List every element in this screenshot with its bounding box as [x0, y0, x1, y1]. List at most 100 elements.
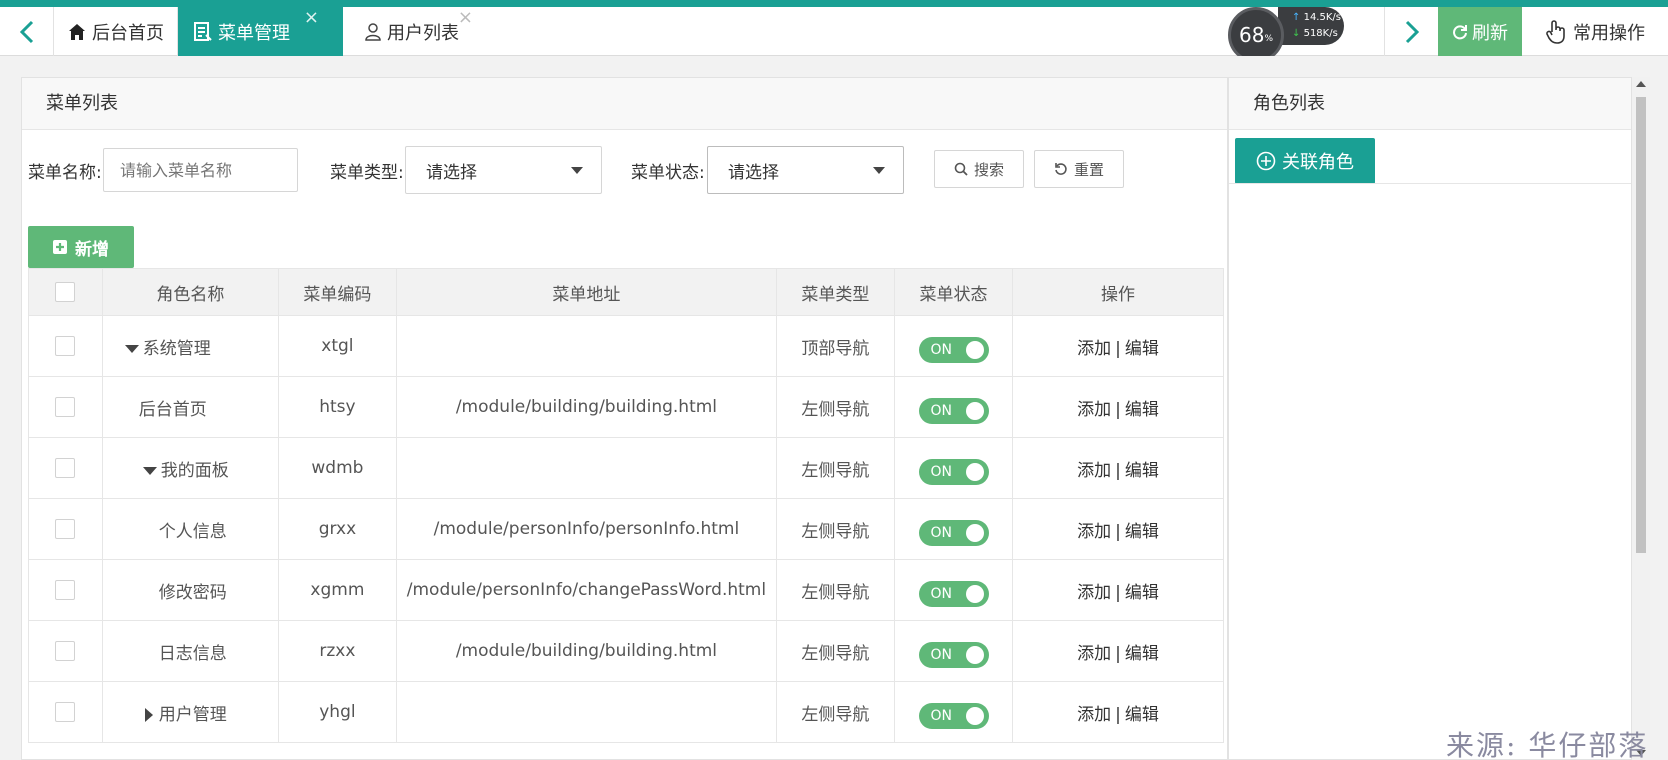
status-switch[interactable]: ON: [918, 459, 989, 485]
tab-home[interactable]: 后台首页: [54, 7, 178, 56]
row-code: htsy: [277, 376, 397, 438]
add-link[interactable]: 添加: [1077, 461, 1111, 481]
menu-status-select[interactable]: 请选择: [707, 146, 904, 194]
header-select-all: [28, 268, 103, 316]
tab-menu-management[interactable]: 菜单管理 ×: [178, 7, 343, 56]
edit-link[interactable]: 编辑: [1125, 400, 1159, 420]
status-switch[interactable]: ON: [918, 337, 989, 363]
tabs-scroll-right-button[interactable]: [1384, 7, 1438, 56]
reset-icon: [1054, 162, 1068, 176]
add-link[interactable]: 添加: [1077, 522, 1111, 542]
tabs-scroll-left-button[interactable]: [0, 7, 54, 56]
divider: [1229, 183, 1631, 184]
scroll-up-arrow-icon[interactable]: [1636, 81, 1646, 87]
row-operations: 添加 | 编辑: [1012, 376, 1224, 438]
edit-link[interactable]: 编辑: [1125, 522, 1159, 542]
menu-table: 角色名称 菜单编码 菜单地址 菜单类型 菜单状态 操作 系统管理 xtgl 顶部…: [28, 268, 1224, 743]
table-row: 用户管理 yhgl 左侧导航 ON 添加 | 编辑: [28, 681, 1224, 743]
menu-list-title: 菜单列表: [22, 78, 1227, 130]
row-type: 左侧导航: [775, 620, 895, 682]
row-checkbox[interactable]: [55, 397, 76, 417]
search-button-label: 搜索: [973, 160, 1004, 179]
status-switch[interactable]: ON: [918, 642, 989, 668]
add-link[interactable]: 添加: [1077, 583, 1111, 603]
tab-user-close-icon[interactable]: ×: [458, 9, 473, 27]
main-content: 菜单列表 菜单名称: 菜单类型: 请选择 菜单状态: 请选择 搜索: [0, 56, 1668, 760]
row-status-cell: ON: [893, 559, 1014, 621]
menu-type-select[interactable]: 请选择: [405, 146, 602, 194]
expand-caret-icon[interactable]: [142, 466, 157, 475]
switch-label: ON: [930, 586, 953, 602]
edit-link[interactable]: 编辑: [1125, 644, 1159, 664]
row-url: /module/building/building.html: [395, 376, 777, 438]
add-link[interactable]: 添加: [1077, 339, 1111, 359]
row-select-cell: [28, 559, 103, 621]
row-checkbox[interactable]: [55, 702, 76, 722]
expand-caret-icon[interactable]: [124, 344, 139, 353]
menu-name-input[interactable]: [103, 148, 298, 192]
tab-bar: 后台首页 菜单管理 × 用户列表 × ↑ 14.5K/s ↓ 518K/s 68…: [0, 7, 1668, 63]
header-menu-code: 菜单编码: [277, 268, 397, 316]
refresh-button[interactable]: 刷新: [1438, 7, 1522, 56]
tab-user-list[interactable]: 用户列表 ×: [343, 7, 493, 56]
add-link[interactable]: 添加: [1077, 644, 1111, 664]
op-separator: |: [1115, 704, 1121, 725]
row-checkbox[interactable]: [55, 580, 76, 600]
row-name: 修改密码: [158, 582, 227, 603]
row-code: grxx: [277, 498, 397, 560]
row-name: 日志信息: [158, 643, 227, 664]
edit-link[interactable]: 编辑: [1125, 339, 1159, 359]
select-all-checkbox[interactable]: [55, 282, 76, 302]
row-checkbox[interactable]: [55, 641, 76, 661]
edit-link[interactable]: 编辑: [1125, 461, 1159, 481]
add-menu-button[interactable]: 新增: [28, 226, 134, 268]
add-link[interactable]: 添加: [1077, 400, 1111, 420]
reset-button[interactable]: 重置: [1034, 150, 1124, 188]
switch-label: ON: [930, 342, 953, 358]
cpu-percent-unit: %: [1264, 34, 1273, 44]
page-scrollbar[interactable]: [1632, 77, 1650, 760]
row-name: 我的面板: [160, 460, 229, 481]
tab-menu-close-icon[interactable]: ×: [304, 9, 319, 27]
row-url: /module/building/building.html: [395, 620, 777, 682]
switch-label: ON: [930, 647, 953, 663]
add-link[interactable]: 添加: [1077, 705, 1111, 725]
status-switch[interactable]: ON: [918, 581, 989, 607]
row-name: 系统管理: [142, 338, 211, 359]
row-code: rzxx: [277, 620, 397, 682]
status-switch[interactable]: ON: [918, 703, 989, 729]
chevron-left-icon: [19, 20, 33, 43]
menu-type-label: 菜单类型:: [330, 163, 404, 183]
chevron-right-icon: [1405, 20, 1419, 43]
home-icon: [68, 23, 86, 41]
row-status-cell: ON: [893, 681, 1014, 743]
row-checkbox[interactable]: [55, 519, 76, 539]
menu-list-panel: 菜单列表 菜单名称: 菜单类型: 请选择 菜单状态: 请选择 搜索: [21, 77, 1228, 760]
scroll-thumb[interactable]: [1636, 97, 1646, 553]
status-switch[interactable]: ON: [918, 520, 989, 546]
row-url: [395, 681, 777, 743]
edit-link[interactable]: 编辑: [1125, 583, 1159, 603]
row-name-cell: 日志信息: [101, 620, 279, 682]
role-list-panel: 角色列表 关联角色: [1228, 77, 1632, 760]
row-select-cell: [28, 315, 103, 377]
row-select-cell: [28, 498, 103, 560]
network-speed: ↑ 14.5K/s ↓ 518K/s: [1278, 7, 1344, 45]
row-checkbox[interactable]: [55, 336, 76, 356]
plus-circle-icon: [1256, 151, 1276, 171]
edit-link[interactable]: 编辑: [1125, 705, 1159, 725]
row-name: 后台首页: [138, 399, 207, 420]
collapsed-caret-icon[interactable]: [144, 707, 153, 722]
row-checkbox[interactable]: [55, 458, 76, 478]
row-name-cell: 修改密码: [101, 559, 279, 621]
row-name-cell: 个人信息: [101, 498, 279, 560]
relate-role-button[interactable]: 关联角色: [1235, 138, 1375, 184]
hand-pointer-icon: [1546, 19, 1565, 44]
common-operations-button[interactable]: 常用操作: [1522, 7, 1668, 56]
row-operations: 添加 | 编辑: [1012, 620, 1224, 682]
status-switch[interactable]: ON: [918, 398, 989, 424]
reset-button-label: 重置: [1073, 160, 1104, 179]
row-url: [395, 315, 777, 377]
row-type: 左侧导航: [775, 559, 895, 621]
search-button[interactable]: 搜索: [934, 150, 1024, 188]
